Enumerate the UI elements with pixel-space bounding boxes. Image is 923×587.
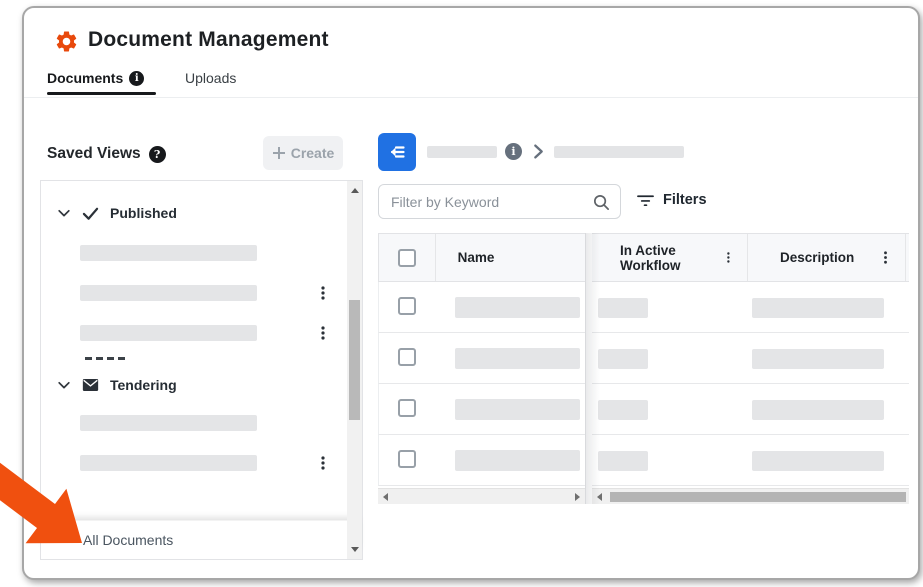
breadcrumb-skeleton — [427, 146, 497, 158]
skeleton-cell — [455, 450, 580, 471]
active-tab-underline — [47, 92, 156, 95]
chevron-right-icon — [530, 143, 547, 160]
create-view-button[interactable]: Create — [263, 136, 343, 170]
help-icon[interactable]: ? — [149, 146, 166, 163]
skeleton-cell — [598, 298, 648, 318]
column-label-workflow: In Active Workflow — [620, 243, 722, 273]
clipped-text-remnant — [85, 357, 125, 360]
skeleton-cell — [598, 451, 648, 471]
kebab-menu-icon[interactable] — [315, 455, 331, 471]
collapse-left-icon — [387, 142, 407, 162]
scroll-up-arrow[interactable] — [351, 188, 359, 193]
skeleton-cell — [455, 348, 580, 369]
gear-icon — [54, 29, 79, 54]
tab-uploads-label: Uploads — [185, 70, 236, 86]
row-checkbox[interactable] — [398, 450, 416, 468]
info-icon[interactable]: i — [129, 71, 144, 86]
table-row[interactable] — [592, 282, 909, 333]
kebab-menu-icon[interactable] — [315, 325, 331, 341]
tree-group-tendering[interactable]: Tendering — [57, 377, 177, 393]
tab-uploads[interactable]: Uploads — [185, 70, 236, 86]
search-icon[interactable] — [592, 193, 611, 212]
info-icon[interactable]: i — [505, 143, 522, 160]
skeleton-cell — [752, 451, 884, 471]
document-management-window: Document Management Documents i Uploads … — [22, 6, 920, 580]
header-description-cell[interactable]: Description — [748, 234, 906, 281]
envelope-icon — [82, 378, 99, 392]
skeleton-cell — [752, 298, 884, 318]
table-row[interactable] — [378, 435, 585, 486]
frozen-column-divider — [585, 233, 586, 504]
scroll-left-arrow[interactable] — [383, 493, 388, 501]
saved-views-heading: Saved Views ? — [47, 145, 166, 163]
skeleton-cell — [598, 349, 648, 369]
skeleton-bar — [80, 245, 257, 261]
skeleton-bar — [80, 285, 257, 301]
tree-group-published[interactable]: Published — [57, 205, 177, 221]
select-all-checkbox[interactable] — [398, 249, 416, 267]
filter-icon — [637, 192, 654, 208]
chevron-down-icon[interactable] — [57, 378, 71, 392]
skeleton-cell — [455, 399, 580, 420]
skeleton-cell — [752, 349, 884, 369]
skeleton-cell — [752, 400, 884, 420]
skeleton-bar — [80, 455, 257, 471]
header-select-all-cell — [379, 234, 436, 281]
scroll-right-arrow[interactable] — [575, 493, 580, 501]
scrollbar-thumb[interactable] — [349, 300, 360, 420]
filters-label: Filters — [663, 192, 707, 208]
table-row[interactable] — [592, 384, 909, 435]
table-row[interactable] — [378, 333, 585, 384]
plus-icon — [272, 146, 286, 160]
table-row[interactable] — [592, 333, 909, 384]
row-checkbox[interactable] — [398, 297, 416, 315]
kebab-menu-icon[interactable] — [722, 250, 735, 265]
chevron-down-icon[interactable] — [57, 206, 71, 220]
tab-documents-label: Documents — [47, 70, 123, 86]
collapse-panel-button[interactable] — [378, 133, 416, 171]
header-workflow-cell[interactable]: In Active Workflow — [592, 234, 748, 281]
table-row[interactable] — [592, 435, 909, 486]
all-documents-link[interactable]: All Documents — [83, 532, 173, 548]
scroll-pane-hscrollbar[interactable] — [592, 488, 909, 504]
frozen-column-shadow — [586, 233, 600, 504]
saved-views-panel: Published Tendering All Documents — [40, 180, 363, 560]
skeleton-bar — [80, 325, 257, 341]
skeleton-cell — [455, 297, 580, 318]
skeleton-bar — [80, 415, 257, 431]
table-row[interactable] — [378, 384, 585, 435]
tab-bar: Documents i Uploads — [24, 68, 918, 98]
kebab-menu-icon[interactable] — [315, 285, 331, 301]
header-name-cell[interactable]: Name — [436, 234, 585, 281]
check-icon — [82, 206, 99, 221]
all-documents-row[interactable]: All Documents — [41, 520, 362, 559]
row-checkbox[interactable] — [398, 348, 416, 366]
tree-group-published-label: Published — [110, 205, 177, 221]
sidebar-scrollbar[interactable] — [347, 181, 362, 559]
table-row[interactable] — [378, 282, 585, 333]
breadcrumb-skeleton — [554, 146, 684, 158]
tab-documents[interactable]: Documents i — [47, 70, 144, 86]
scroll-down-arrow[interactable] — [351, 547, 359, 552]
column-label-description: Description — [780, 250, 854, 265]
row-checkbox[interactable] — [398, 399, 416, 417]
tree-group-tendering-label: Tendering — [110, 377, 177, 393]
frozen-pane-hscrollbar[interactable] — [378, 488, 585, 504]
page-title: Document Management — [88, 28, 329, 52]
kebab-menu-icon[interactable] — [878, 250, 893, 265]
saved-views-label: Saved Views — [47, 145, 141, 163]
filters-button[interactable]: Filters — [637, 192, 707, 208]
keyword-filter-input[interactable] — [378, 184, 621, 219]
create-view-label: Create — [291, 145, 335, 161]
skeleton-cell — [598, 400, 648, 420]
hscrollbar-thumb[interactable] — [610, 492, 906, 502]
column-label-name: Name — [458, 250, 495, 265]
